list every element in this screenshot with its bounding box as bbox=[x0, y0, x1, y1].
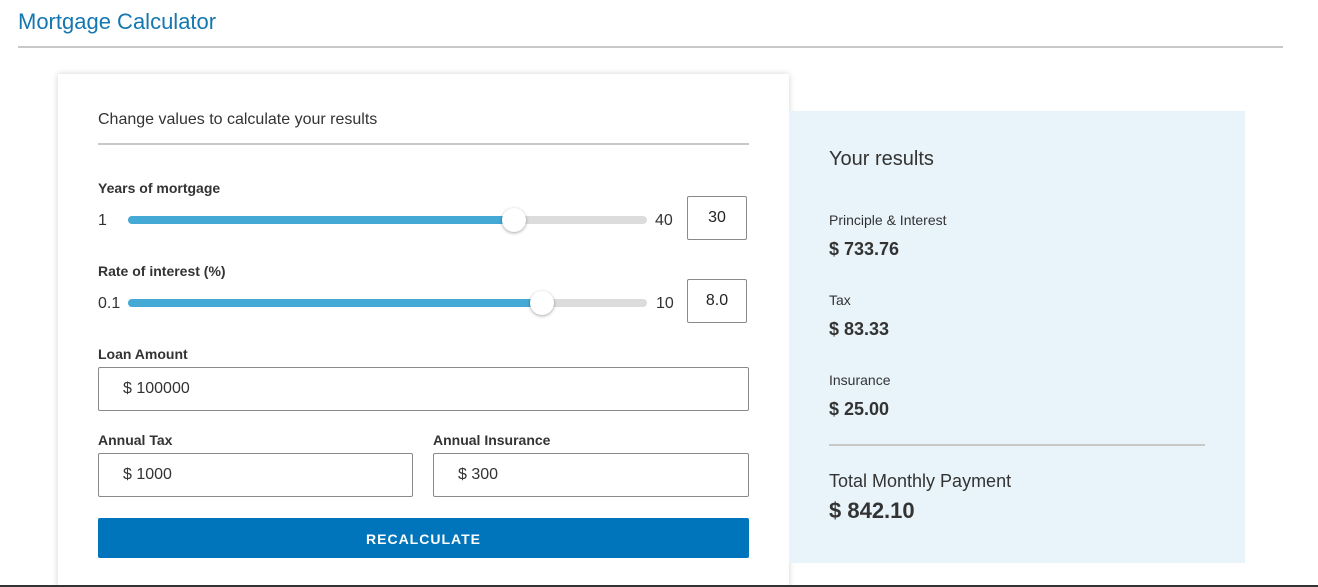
annual-insurance-input[interactable]: $ 300 bbox=[433, 453, 749, 497]
mortgage-calculator-page: Mortgage Calculator Change values to cal… bbox=[0, 0, 1318, 587]
interest-slider-fill bbox=[128, 299, 543, 307]
loan-amount-input[interactable]: $ 100000 bbox=[98, 367, 749, 411]
tax-value: $ 83.33 bbox=[829, 319, 890, 339]
tax-label: Tax bbox=[829, 292, 851, 308]
results-panel: Your results Principle & Interest $ 733.… bbox=[789, 111, 1245, 563]
interest-slider-thumb[interactable] bbox=[530, 291, 555, 315]
total-payment-label: Total Monthly Payment bbox=[829, 471, 1012, 491]
form-heading-divider bbox=[98, 143, 749, 145]
insurance-value: $ 25.00 bbox=[829, 399, 890, 419]
results-heading: Your results bbox=[829, 148, 934, 170]
page-title: Mortgage Calculator bbox=[18, 9, 217, 34]
results-divider bbox=[829, 444, 1205, 446]
loan-amount-label: Loan Amount bbox=[98, 346, 188, 362]
insurance-label: Insurance bbox=[829, 372, 891, 388]
annual-insurance-label: Annual Insurance bbox=[433, 432, 551, 448]
interest-max-label: 10 bbox=[656, 295, 674, 312]
annual-tax-label: Annual Tax bbox=[98, 432, 173, 448]
title-divider bbox=[18, 46, 1283, 48]
interest-min-label: 0.1 bbox=[98, 295, 121, 312]
principle-interest-label: Principle & Interest bbox=[829, 212, 947, 228]
years-slider-thumb[interactable] bbox=[502, 208, 527, 232]
interest-input[interactable]: 8.0 bbox=[687, 279, 747, 323]
recalculate-button[interactable]: RECALCULATE bbox=[98, 518, 749, 558]
years-slider-fill bbox=[128, 216, 515, 224]
form-heading: Change values to calculate your results bbox=[98, 111, 378, 128]
years-min-label: 1 bbox=[98, 212, 107, 229]
principle-interest-value: $ 733.76 bbox=[829, 239, 900, 259]
years-slider[interactable] bbox=[128, 208, 647, 232]
years-input[interactable]: 30 bbox=[687, 196, 747, 240]
interest-label: Rate of interest (%) bbox=[98, 263, 226, 279]
years-label: Years of mortgage bbox=[98, 180, 221, 196]
annual-tax-input[interactable]: $ 1000 bbox=[98, 453, 413, 497]
total-payment-value: $ 842.10 bbox=[829, 498, 915, 523]
calculator-form-card: Change values to calculate your results … bbox=[58, 74, 789, 587]
interest-slider[interactable] bbox=[128, 291, 647, 315]
years-max-label: 40 bbox=[655, 212, 673, 229]
